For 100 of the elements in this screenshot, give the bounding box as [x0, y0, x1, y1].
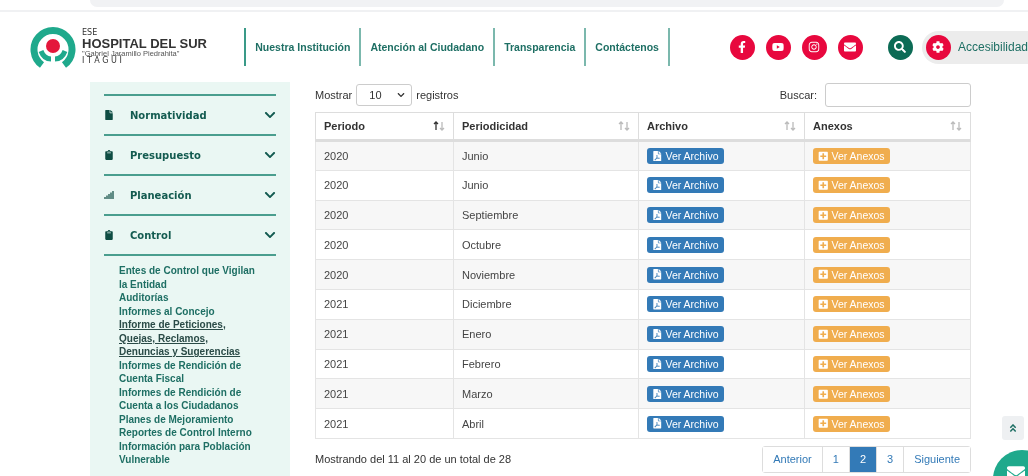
plus-icon: [818, 358, 829, 370]
table-cell: Enero: [453, 319, 639, 350]
sidebar-link[interactable]: Auditorías: [119, 291, 169, 305]
table-cell: Junio: [453, 140, 639, 171]
page-button[interactable]: 2: [848, 446, 876, 472]
facebook-icon[interactable]: [729, 34, 755, 60]
table-cell: 2020: [315, 140, 454, 171]
page-button[interactable]: Siguiente: [903, 446, 970, 472]
search-icon[interactable]: [887, 34, 913, 60]
table-cell: Marzo: [453, 378, 639, 409]
sidebar-section[interactable]: Planeación: [104, 174, 276, 214]
table-cell: Octubre: [453, 229, 639, 260]
table-cell: 2021: [315, 378, 454, 409]
youtube-icon[interactable]: [765, 34, 791, 60]
view-file-button[interactable]: Ver Archivo: [647, 385, 724, 402]
logo-icon: [30, 25, 76, 69]
plus-icon: [818, 150, 829, 162]
sidebar-link[interactable]: Informes de Rendición de Cuenta a los Ciudadanos: [119, 385, 256, 413]
nav-link[interactable]: Nuestra Institución: [246, 28, 362, 66]
column-header[interactable]: Archivo: [647, 120, 688, 132]
email-icon[interactable]: [837, 34, 863, 60]
search-label: Buscar:: [779, 89, 817, 101]
pdf-file-icon: [652, 239, 663, 251]
sidebar-link[interactable]: Informes de Rendición de Cuenta Fiscal: [119, 358, 256, 386]
sidebar-section[interactable]: Control: [104, 214, 276, 254]
column-header[interactable]: Anexos: [813, 120, 853, 132]
view-file-button[interactable]: Ver Archivo: [647, 236, 724, 253]
file-icon: [104, 110, 114, 120]
pdf-file-icon: [652, 179, 663, 191]
chevron-icon: [264, 189, 276, 201]
pdf-file-icon: [652, 358, 663, 370]
view-file-button[interactable]: Ver Archivo: [647, 355, 724, 372]
table-cell: 2020: [315, 229, 454, 260]
table-cell: Septiembre: [453, 200, 639, 230]
plus-icon: [818, 299, 829, 310]
view-file-button[interactable]: Ver Archivo: [647, 296, 724, 313]
chevron-icon: [264, 109, 276, 121]
chevron-icon: [264, 229, 276, 241]
logo-name: HOSPITAL DEL SUR: [82, 36, 207, 50]
view-file-button[interactable]: Ver Archivo: [647, 266, 724, 283]
table-cell: 2020: [315, 170, 454, 201]
chevron-icon: [397, 91, 406, 99]
table-cell: Abril: [453, 408, 639, 439]
table-info: Mostrando del 11 al 20 de un total de 28: [315, 453, 512, 466]
clipboard-icon: [104, 230, 114, 240]
table-cell: 2021: [315, 408, 454, 439]
plus-icon: [818, 388, 829, 399]
view-file-button[interactable]: Ver Archivo: [647, 177, 724, 194]
plus-icon: [818, 269, 829, 280]
sidebar-link[interactable]: Reportes de Control Interno: [119, 426, 252, 440]
table-cell: 2021: [315, 289, 454, 320]
search-field[interactable]: [825, 83, 971, 107]
instagram-icon[interactable]: [801, 34, 827, 60]
sidebar-link[interactable]: Informe de Peticiones, Quejas, Reclamos, Denuncias y Sugerencias: [119, 318, 256, 359]
sidebar-link[interactable]: Informes al Concejo: [119, 304, 215, 318]
pdf-file-icon: [652, 388, 663, 399]
length-select[interactable]: 10: [356, 84, 413, 106]
records-label: registros: [416, 89, 459, 101]
logo-prefix: ESE: [82, 28, 99, 37]
pdf-file-icon: [652, 150, 663, 162]
plus-icon: [818, 179, 829, 191]
show-label: Mostrar: [315, 89, 353, 101]
sidebar-section[interactable]: Presupuesto: [104, 134, 276, 174]
plus-icon: [818, 209, 829, 221]
pdf-file-icon: [652, 269, 663, 280]
view-file-button[interactable]: Ver Archivo: [647, 147, 724, 164]
view-file-button[interactable]: Ver Archivo: [647, 326, 724, 343]
gear-icon: [925, 34, 951, 60]
double-chevron-up-icon: [1008, 423, 1018, 433]
sidebar-link[interactable]: Planes de Mejoramiento: [119, 412, 234, 426]
nav-link[interactable]: Atención al Ciudadano: [361, 28, 496, 66]
nav-link[interactable]: Contáctenos: [586, 28, 670, 66]
view-file-button[interactable]: Ver Archivo: [647, 415, 724, 432]
table-cell: Diciembre: [453, 289, 639, 320]
plus-icon: [818, 418, 829, 429]
pdf-file-icon: [652, 209, 663, 221]
table-cell: 2021: [315, 319, 454, 350]
plus-icon: [818, 328, 829, 340]
table-cell: Febrero: [453, 349, 639, 379]
table-cell: 2020: [315, 200, 454, 230]
pdf-file-icon: [652, 418, 663, 429]
table-cell: 2020: [315, 259, 454, 290]
table-cell: Junio: [453, 170, 639, 201]
chevron-icon: [264, 149, 276, 161]
accessibility-button[interactable]: Accesibilidad: [921, 30, 1028, 64]
sidebar-link[interactable]: Entes de Control que Vigilan la Entidad: [119, 264, 256, 291]
column-header[interactable]: Periodo: [324, 120, 365, 132]
sidebar-section[interactable]: Normatividad: [104, 94, 276, 134]
table-cell: 2021: [315, 349, 454, 379]
scroll-top-button[interactable]: [1002, 416, 1024, 440]
pdf-file-icon: [652, 328, 663, 340]
column-header[interactable]: Periodicidad: [462, 120, 529, 132]
view-file-button[interactable]: Ver Archivo: [647, 207, 724, 223]
plus-icon: [818, 239, 829, 251]
clipboard-icon: [104, 150, 114, 160]
table-cell: Noviembre: [453, 259, 639, 290]
pdf-file-icon: [652, 299, 663, 310]
sidebar-link[interactable]: Información para Población Vulnerable: [119, 439, 256, 467]
signal-icon: [104, 190, 114, 200]
nav-link[interactable]: Transparencia: [495, 28, 587, 66]
